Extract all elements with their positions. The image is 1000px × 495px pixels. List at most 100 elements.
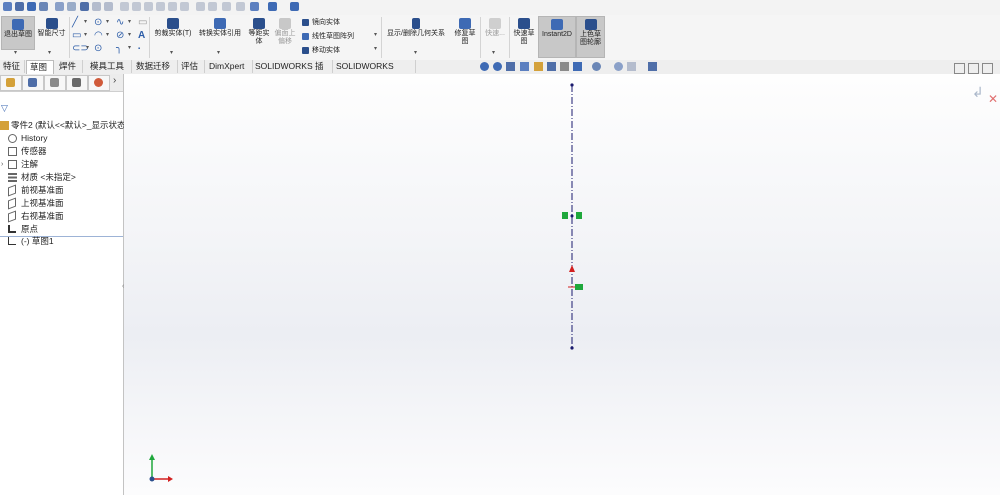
- polygon-icon[interactable]: ⊘: [116, 31, 124, 41]
- cube-icon[interactable]: [80, 2, 89, 11]
- rectangle-icon[interactable]: ▭: [72, 31, 81, 41]
- slot-dropdown-icon[interactable]: ▾: [86, 44, 89, 51]
- expand-icon[interactable]: ›: [1, 158, 3, 171]
- move-dropdown-icon[interactable]: ▾: [374, 45, 377, 52]
- sketch-canvas[interactable]: [124, 74, 1000, 495]
- confirmation-corner-icon[interactable]: ↲: [972, 84, 984, 101]
- spline-icon[interactable]: ∿: [116, 18, 124, 28]
- tab-dimxpert[interactable]: DimXpert: [206, 60, 253, 73]
- maximize-icon[interactable]: [982, 63, 993, 74]
- tab-solidworks-addins[interactable]: SOLIDWORKS 插件: [252, 60, 333, 84]
- options-icon[interactable]: [104, 2, 113, 11]
- ellipse-icon[interactable]: [236, 2, 245, 11]
- tab-solidworks-mbd[interactable]: SOLIDWORKS MBD: [333, 60, 416, 84]
- show-relations-button[interactable]: 显示/删除几何关系: [383, 16, 449, 48]
- view-settings-icon[interactable]: [627, 62, 636, 71]
- document-icon[interactable]: [180, 2, 189, 11]
- arc-dropdown-icon[interactable]: ▾: [106, 31, 109, 38]
- tree-item-sketch1[interactable]: (-) 草图1: [0, 235, 123, 248]
- grid-icon[interactable]: [250, 2, 259, 11]
- offset-entities-button[interactable]: 等距实体: [246, 16, 272, 56]
- tab-features[interactable]: 特征: [0, 60, 25, 73]
- tab-dimxpertmanager[interactable]: [66, 75, 88, 91]
- linear-pattern-dropdown-icon[interactable]: ▾: [374, 31, 377, 38]
- edit-appearance-icon[interactable]: [573, 62, 582, 71]
- text-icon[interactable]: A: [138, 31, 145, 41]
- filter-icon[interactable]: ▽: [1, 103, 8, 114]
- tab-configurationmanager[interactable]: [44, 75, 66, 91]
- section-view-icon[interactable]: [520, 62, 529, 71]
- point-icon[interactable]: ▪: [138, 44, 140, 54]
- polygon-dropdown-icon[interactable]: ▾: [128, 31, 131, 38]
- tab-data-migration[interactable]: 数据迁移: [133, 60, 178, 73]
- arc-icon[interactable]: ◠: [94, 31, 103, 41]
- surface-offset-button[interactable]: 偏面上 偏移: [273, 16, 297, 56]
- shaded-contours-button[interactable]: 上色草 图轮廓: [576, 16, 605, 58]
- tab-evaluate[interactable]: 评估: [178, 60, 205, 73]
- spline-dropdown-icon[interactable]: ▾: [128, 18, 131, 25]
- fillet-icon[interactable]: ╮: [116, 44, 122, 54]
- measure-icon[interactable]: [132, 2, 141, 11]
- save-icon[interactable]: [27, 2, 36, 11]
- redo-icon[interactable]: [67, 2, 76, 11]
- relation-icon[interactable]: [268, 2, 277, 11]
- monitor-icon[interactable]: [648, 62, 657, 71]
- line-icon[interactable]: ╱: [72, 18, 78, 28]
- tab-displaymanager[interactable]: [88, 75, 110, 91]
- fillet-dropdown-icon[interactable]: ▾: [128, 44, 131, 51]
- quick-snaps-dropdown-icon[interactable]: ▾: [492, 49, 495, 56]
- tool-icon[interactable]: [208, 2, 217, 11]
- convert-dropdown-icon[interactable]: ▾: [217, 49, 220, 56]
- trim-dropdown-icon[interactable]: ▾: [170, 49, 173, 56]
- tree-root[interactable]: 零件2 (默认<<默认>_显示状态: [0, 119, 126, 132]
- plane-icon[interactable]: ▭: [138, 18, 147, 28]
- undo-icon[interactable]: [55, 2, 64, 11]
- file-icon[interactable]: [168, 2, 177, 11]
- visibility-icon[interactable]: [592, 62, 601, 71]
- ellipse-tool-icon[interactable]: ⊙: [94, 44, 102, 54]
- move-entities-item[interactable]: 移动实体: [302, 45, 340, 55]
- exit-sketch-dropdown-icon[interactable]: ▾: [14, 49, 17, 56]
- tab-sketch[interactable]: 草图: [26, 60, 54, 74]
- exit-sketch-button[interactable]: 退出草图: [1, 16, 35, 50]
- tab-weldments[interactable]: 焊件: [56, 60, 83, 73]
- rebuild-icon[interactable]: [92, 2, 101, 11]
- lock-icon[interactable]: [222, 2, 231, 11]
- tree-item-annotations[interactable]: › 注解: [0, 158, 123, 171]
- print-icon[interactable]: [39, 2, 48, 11]
- repair-sketch-button[interactable]: 修复草 图: [451, 16, 479, 56]
- tab-featuremanager[interactable]: [0, 75, 22, 91]
- open-icon[interactable]: [15, 2, 24, 11]
- instant2d-button[interactable]: Instant2D: [538, 16, 576, 58]
- display-style-icon[interactable]: [547, 62, 556, 71]
- tree-item-top-plane[interactable]: 上视基准面: [0, 197, 123, 210]
- zoom-to-fit-icon[interactable]: [480, 62, 489, 71]
- cancel-sketch-icon[interactable]: ✕: [988, 92, 998, 106]
- new-icon[interactable]: [3, 2, 12, 11]
- mirror-entities-item[interactable]: 镜向实体: [302, 17, 340, 27]
- snap-icon[interactable]: [290, 2, 299, 11]
- hide-show-icon[interactable]: [560, 62, 569, 71]
- tree-item-right-plane[interactable]: 右视基准面: [0, 210, 123, 223]
- convert-entities-button[interactable]: 转换实体引用: [196, 16, 244, 48]
- tab-mold-tools[interactable]: 模具工具: [87, 60, 132, 73]
- pin-icon[interactable]: [196, 2, 205, 11]
- linear-pattern-item[interactable]: 线性草图阵列: [302, 31, 354, 41]
- smart-dimension-button[interactable]: 智能尺寸: [35, 16, 68, 48]
- rectangle-dropdown-icon[interactable]: ▾: [84, 31, 87, 38]
- smart-dimension-dropdown-icon[interactable]: ▾: [48, 49, 51, 56]
- tree-item-front-plane[interactable]: 前视基准面: [0, 184, 123, 197]
- select-icon[interactable]: [120, 2, 129, 11]
- trim-entities-button[interactable]: 剪裁实体(T): [151, 16, 195, 48]
- shell-icon[interactable]: [156, 2, 165, 11]
- tree-item-history[interactable]: History: [0, 132, 123, 145]
- relations-dropdown-icon[interactable]: ▾: [414, 49, 417, 56]
- graphics-area[interactable]: ↲ ✕: [124, 63, 1000, 495]
- split-view-icon[interactable]: [968, 63, 979, 74]
- circle-icon[interactable]: ⊙: [94, 18, 102, 28]
- tree-item-sensors[interactable]: 传感器: [0, 145, 123, 158]
- chevron-right-icon[interactable]: ›: [113, 75, 116, 86]
- tree-item-material[interactable]: 材质 <未指定>: [0, 171, 123, 184]
- line-dropdown-icon[interactable]: ▾: [84, 18, 87, 25]
- zoom-area-icon[interactable]: [493, 62, 502, 71]
